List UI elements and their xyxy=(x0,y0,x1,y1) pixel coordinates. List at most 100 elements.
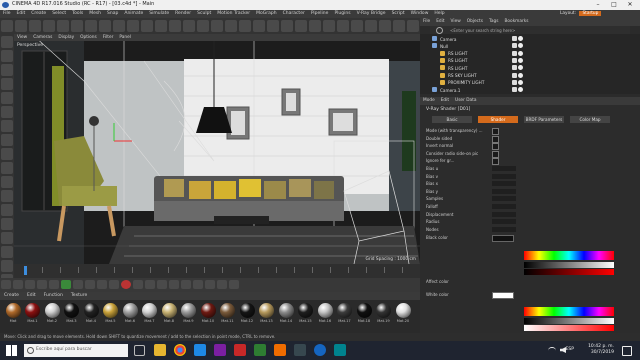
spline-icon[interactable] xyxy=(197,20,209,32)
layout-value[interactable]: Startup xyxy=(579,11,602,16)
tag-icon[interactable] xyxy=(518,65,523,71)
menu-item[interactable]: File xyxy=(0,10,14,18)
prev-key-icon[interactable] xyxy=(37,280,47,289)
object-menu-item[interactable]: View xyxy=(448,18,464,26)
menu-item[interactable]: Simulate xyxy=(146,10,172,18)
minimize-button[interactable]: – xyxy=(590,0,606,10)
viewport-menu-item[interactable]: Display xyxy=(55,34,77,41)
paint-icon[interactable] xyxy=(1,190,13,202)
menu-item[interactable]: Edit xyxy=(14,10,29,18)
white-color-value-slider[interactable] xyxy=(524,318,614,324)
material-ball[interactable]: Mat.1 xyxy=(24,303,42,323)
black-color-spectrum[interactable] xyxy=(524,251,614,260)
array-icon[interactable] xyxy=(225,20,237,32)
material-ball[interactable]: Mat.8 xyxy=(160,303,178,323)
tag-icon[interactable] xyxy=(518,79,523,85)
menu-item[interactable]: Plugins xyxy=(331,10,353,18)
tag-icon[interactable] xyxy=(518,36,523,41)
y-axis-icon[interactable] xyxy=(99,20,111,32)
attribute-menu-item[interactable]: Edit xyxy=(438,97,452,105)
attribute-value-field[interactable] xyxy=(492,219,516,225)
notification-icon[interactable] xyxy=(622,346,632,356)
material-ball[interactable]: Mat.20 xyxy=(394,303,412,323)
auto-key-icon[interactable] xyxy=(133,280,143,289)
redo-icon[interactable] xyxy=(15,20,27,32)
attribute-value-field[interactable] xyxy=(492,181,516,187)
camera-icon[interactable] xyxy=(267,20,279,32)
viewport-menu-item[interactable]: Options xyxy=(77,34,100,41)
menu-item[interactable]: Mesh xyxy=(86,10,104,18)
attribute-value-field[interactable] xyxy=(492,204,516,209)
vray-proxy-icon[interactable] xyxy=(365,20,377,32)
attribute-value-field[interactable] xyxy=(492,226,516,232)
visibility-icon[interactable] xyxy=(512,36,517,41)
white-color-saturation-slider[interactable] xyxy=(524,325,614,331)
material-ball[interactable]: Mat.14 xyxy=(277,303,295,323)
viewport-menu-item[interactable]: Filter xyxy=(100,34,117,41)
points-mode-icon[interactable] xyxy=(1,78,13,90)
object-menu-item[interactable]: Objects xyxy=(464,18,486,26)
next-key-icon[interactable] xyxy=(85,280,95,289)
attribute-value-field[interactable] xyxy=(492,188,516,194)
language-indicator[interactable]: ESP xyxy=(566,347,574,352)
material-ball[interactable]: Mat.19 xyxy=(375,303,393,323)
material-ball[interactable]: Mat.3 xyxy=(63,303,81,323)
model-mode-icon[interactable] xyxy=(1,36,13,48)
render-icon[interactable] xyxy=(155,20,167,32)
app-icon-red[interactable] xyxy=(234,344,246,356)
material-menu-item[interactable]: Function xyxy=(40,292,67,300)
tab-color-map[interactable]: Color Map xyxy=(570,116,610,123)
position-key-icon[interactable] xyxy=(157,280,167,289)
attribute-menu-item[interactable]: Mode xyxy=(420,97,438,105)
menu-item[interactable]: Script xyxy=(389,10,408,18)
app-icon-orange[interactable] xyxy=(274,344,286,356)
material-ball[interactable]: Mat.6 xyxy=(121,303,139,323)
app-icon-blue[interactable] xyxy=(194,344,206,356)
material-ball[interactable]: Mat.13 xyxy=(258,303,276,323)
sculpt-icon[interactable] xyxy=(1,176,13,188)
visibility-icon[interactable] xyxy=(512,72,517,78)
material-ball[interactable]: Mat.12 xyxy=(238,303,256,323)
app-icon-green[interactable] xyxy=(254,344,266,356)
viewport[interactable]: Perspective Grid Spacing : 1000 cm xyxy=(14,41,420,264)
prev-frame-icon[interactable] xyxy=(49,280,59,289)
vray-options-icon[interactable] xyxy=(407,20,419,32)
tag-icon[interactable] xyxy=(518,50,523,56)
close-button[interactable]: ✕ xyxy=(622,0,638,10)
timeline-ruler[interactable] xyxy=(24,267,410,273)
material-ball[interactable]: Mat.7 xyxy=(141,303,159,323)
object-menu-item[interactable]: Bookmarks xyxy=(501,18,531,26)
material-ball[interactable]: Mat.17 xyxy=(336,303,354,323)
material-ball[interactable]: Mat.11 xyxy=(219,303,237,323)
object-menu-item[interactable]: Tags xyxy=(486,18,502,26)
material-ball[interactable]: Mat.10 xyxy=(199,303,217,323)
app-icon-purple[interactable] xyxy=(214,344,226,356)
attribute-value-field[interactable] xyxy=(492,211,516,217)
play-icon[interactable] xyxy=(61,280,71,289)
menu-item[interactable]: Render xyxy=(172,10,194,18)
attribute-value-field[interactable] xyxy=(492,173,516,179)
render-icon[interactable] xyxy=(1,246,13,258)
param-key-icon[interactable] xyxy=(193,280,203,289)
rotate-icon[interactable] xyxy=(71,20,83,32)
black-color-value-slider[interactable] xyxy=(524,262,614,268)
tab-basic[interactable]: Basic xyxy=(432,116,472,123)
object-menu-item[interactable]: File xyxy=(420,18,433,26)
viewport-menu-item[interactable]: View xyxy=(14,34,30,41)
render-settings-icon[interactable] xyxy=(169,20,181,32)
attribute-value-field[interactable] xyxy=(492,196,516,202)
frame-start-field[interactable] xyxy=(1,280,11,289)
menu-item[interactable]: MoGraph xyxy=(253,10,279,18)
motion-icon[interactable] xyxy=(217,280,227,289)
attribute-menu-item[interactable]: User Data xyxy=(452,97,479,105)
chrome-icon[interactable] xyxy=(174,344,186,356)
visibility-icon[interactable] xyxy=(512,87,517,93)
task-view-icon[interactable] xyxy=(134,345,145,356)
edges-mode-icon[interactable] xyxy=(1,92,13,104)
taskbar-search-placeholder[interactable]: Escribe aquí para buscar xyxy=(36,347,92,352)
material-ball[interactable]: Mat.2 xyxy=(43,303,61,323)
material-menu-item[interactable]: Create xyxy=(0,292,23,300)
frame-current-field[interactable] xyxy=(13,280,23,289)
cube-icon[interactable] xyxy=(183,20,195,32)
menu-item[interactable]: Pipeline xyxy=(308,10,332,18)
